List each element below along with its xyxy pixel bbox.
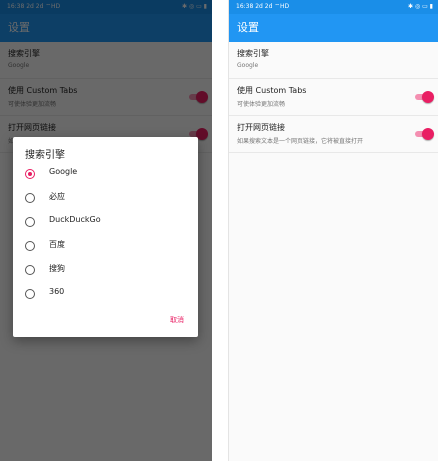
option-label: DuckDuckGo [49,215,101,224]
option-baidu[interactable]: 百度 [13,235,198,259]
radio-icon [25,265,35,275]
option-label: 搜狗 [49,264,65,273]
radio-icon [25,217,35,227]
phone-screen-settings: 16:38 2d 2d ⌔HD ✱ ◎ ▭ ▮ 设置 搜索引擎 Google 使… [228,0,438,461]
setting-search-engine[interactable]: 搜索引擎 Google [229,42,438,79]
custom-tabs-toggle[interactable] [414,91,434,103]
page-title: 设置 [237,21,259,34]
phone-screen-dialog: 16:38 2d 2d ⌔HD ✱ ◎ ▭ ▮ 设置 搜索引擎 Google 使… [0,0,212,461]
settings-list: 搜索引擎 Google 使用 Custom Tabs 可使体验更加流畅 打开网页… [229,42,438,153]
setting-title: 搜索引擎 [237,49,269,58]
radio-icon [25,241,35,251]
setting-subtitle: 如果搜索文本是一个网页链接，它将被直接打开 [237,138,364,145]
option-label: 百度 [49,240,65,249]
setting-open-links[interactable]: 打开网页链接 如果搜索文本是一个网页链接，它将被直接打开 [229,116,438,153]
search-engine-dialog: 搜索引擎 Google 必应 DuckDuckGo 百度 搜狗 360 取消 [13,137,198,337]
status-icons: ✱ ◎ ▭ ▮ [408,3,433,10]
option-google[interactable]: Google [13,163,198,187]
option-label: Google [49,167,78,176]
status-time: 16:38 2d 2d ⌔HD [236,3,290,10]
option-label: 360 [49,287,65,296]
setting-subtitle: 可使体验更加流畅 [237,101,286,108]
option-label: 必应 [49,192,65,201]
radio-icon [25,289,35,299]
setting-title: 打开网页链接 [237,123,285,132]
option-duckduckgo[interactable]: DuckDuckGo [13,211,198,235]
setting-custom-tabs[interactable]: 使用 Custom Tabs 可使体验更加流畅 [229,79,438,116]
status-bar: 16:38 2d 2d ⌔HD ✱ ◎ ▭ ▮ [229,0,438,14]
radio-selected-icon [25,169,35,179]
app-bar: 设置 [229,14,438,42]
cancel-button[interactable]: 取消 [170,315,184,325]
option-sogou[interactable]: 搜狗 [13,259,198,283]
option-360[interactable]: 360 [13,283,198,307]
setting-subtitle: Google [237,62,259,69]
open-links-toggle[interactable] [414,128,434,140]
radio-icon [25,193,35,203]
option-bing[interactable]: 必应 [13,187,198,211]
dialog-title: 搜索引擎 [25,150,65,161]
setting-title: 使用 Custom Tabs [237,86,307,95]
